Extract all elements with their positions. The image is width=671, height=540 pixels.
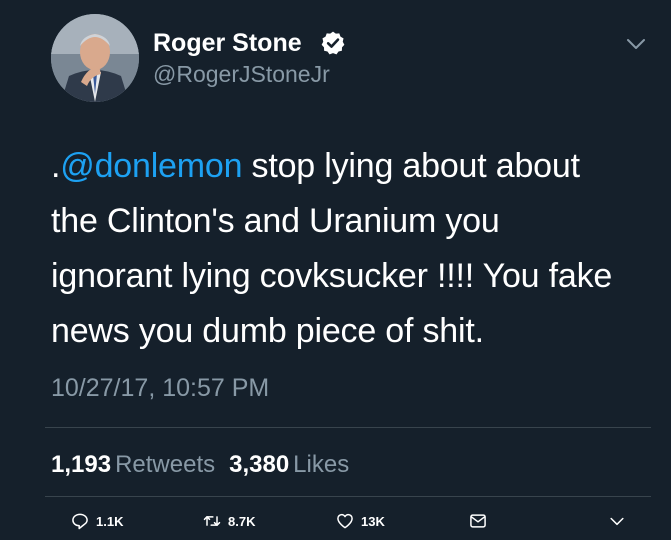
retweet-button[interactable]: 8.7K xyxy=(202,509,255,533)
chevron-down-icon xyxy=(610,517,624,526)
retweets-count: 1,193 xyxy=(51,451,112,478)
tweet-text-line-2: the Clinton's and Uranium you xyxy=(51,202,500,240)
retweets-stat[interactable]: 1,193 Retweets xyxy=(51,451,229,478)
retweet-icon xyxy=(203,516,221,526)
direct-message-button[interactable] xyxy=(468,509,494,533)
reply-icon xyxy=(72,513,88,530)
mail-icon xyxy=(470,514,486,528)
avatar-image xyxy=(51,14,139,102)
retweets-label: Retweets xyxy=(115,451,216,478)
more-options-button[interactable] xyxy=(607,509,633,533)
likes-count: 3,380 xyxy=(229,451,290,478)
divider xyxy=(45,427,651,428)
tweet-timestamp[interactable]: 10/27/17, 10:57 PM xyxy=(51,372,269,404)
tweet-card: Roger Stone @RogerJStoneJr .@donlemon st… xyxy=(0,0,671,540)
likes-label: Likes xyxy=(293,451,350,478)
tweet-text-line-1: .@donlemon stop lying about about xyxy=(51,139,651,194)
retweet-count: 8.7K xyxy=(228,513,256,529)
user-handle[interactable]: @RogerJStoneJr xyxy=(153,60,330,88)
avatar[interactable] xyxy=(51,14,139,102)
reply-button[interactable]: 1.1K xyxy=(70,509,123,533)
chevron-down-icon[interactable] xyxy=(624,34,648,54)
like-button[interactable]: 13K xyxy=(335,509,385,533)
likes-stat[interactable]: 3,380 Likes xyxy=(229,451,363,478)
like-count: 13K xyxy=(361,513,385,529)
tweet-text-segment: stop lying about about xyxy=(242,147,581,185)
tweet-text: .@donlemon stop lying about about the Cl… xyxy=(51,139,651,359)
verified-badge-icon xyxy=(321,31,345,55)
engagement-stats: 1,193 Retweets 3,380 Likes xyxy=(51,449,363,481)
tweet-text-prefix: . xyxy=(51,147,61,185)
reply-count: 1.1K xyxy=(96,513,124,529)
tweet-text-line-4: news you dumb piece of shit. xyxy=(51,312,484,350)
mention-link[interactable]: @donlemon xyxy=(60,147,242,185)
display-name[interactable]: Roger Stone xyxy=(153,28,302,58)
divider xyxy=(45,496,651,497)
like-icon xyxy=(337,513,353,529)
tweet-text-line-3: ignorant lying covksucker !!!! You fake xyxy=(51,257,613,295)
